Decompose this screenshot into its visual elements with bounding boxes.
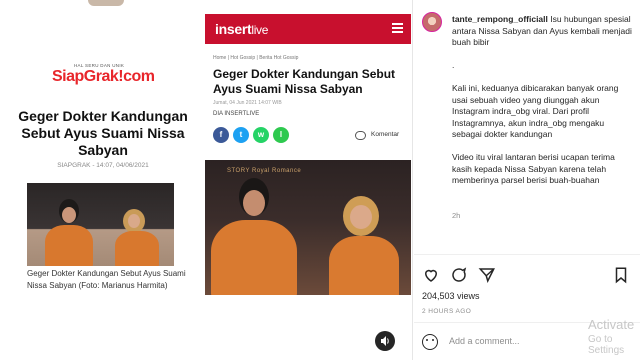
action-bar (414, 266, 640, 286)
instagram-post-panel: tante_rempong_officiall Isu hubungan spe… (414, 0, 640, 360)
share-icon[interactable] (478, 266, 496, 284)
insertlive-article-card: insertlive Home | Hot Gossip | Berita Ho… (205, 14, 411, 360)
view-count[interactable]: 204,503 views (422, 291, 480, 301)
caption-dot: . (452, 60, 455, 70)
screen: HAL SERU DAN UNIK SiapGrak!com Geger Dok… (0, 0, 640, 360)
activate-watermark-sub: Go to Settings (588, 334, 625, 356)
speaker-icon (381, 336, 389, 346)
emoji-icon[interactable] (422, 334, 438, 350)
logo-live: live (251, 23, 269, 37)
caption-paragraph: Kali ini, keduanya dibicarakan banyak or… (452, 83, 619, 139)
breadcrumb: Home | Hot Gossip | Berita Hot Gossip (213, 55, 299, 61)
article-meta: SIAPGRAK - 14:07, 04/06/2021 (57, 162, 149, 169)
caption-paragraph: tante_rempong_officiall Isu hubungan spe… (452, 14, 634, 49)
activate-watermark: Activate (588, 317, 635, 332)
person-face (350, 205, 372, 229)
post-age: 2 HOURS AGO (422, 308, 472, 315)
caption-timestamp: 2h (452, 211, 461, 220)
username-link[interactable]: tante_rempong_officiall (452, 14, 548, 24)
facebook-icon: f (213, 127, 229, 143)
caption-paragraph: Video itu viral lantaran berisi ucapan t… (452, 152, 615, 185)
article-title: Geger Dokter Kandungan Sebut Ayus Suami … (213, 67, 396, 96)
twitter-icon: t (233, 127, 249, 143)
article-author: DIA INSERTLIVE (213, 111, 260, 117)
insertlive-header: insertlive (205, 14, 411, 44)
siapgrak-article-card: HAL SERU DAN UNIK SiapGrak!com Geger Dok… (10, 0, 195, 360)
person-body (115, 231, 159, 266)
siapgrak-logo: SiapGrak!com (52, 68, 155, 85)
article-photo (27, 183, 174, 266)
person-face (243, 190, 265, 216)
post-media[interactable]: HAL SERU DAN UNIK SiapGrak!com Geger Dok… (0, 0, 413, 360)
person-body (329, 236, 399, 295)
avatar[interactable] (422, 12, 442, 32)
cropped-image (88, 0, 124, 6)
photo-caption: Geger Dokter Kandungan Sebut Ayus Suami … (27, 269, 186, 290)
hamburger-menu-icon[interactable] (392, 23, 403, 33)
divider (414, 254, 640, 255)
comment-input[interactable]: Add a comment... (449, 336, 520, 346)
person-body (45, 225, 93, 266)
komentar-label: Komentar (371, 131, 400, 138)
backdrop-text: STORY Royal Romance (227, 168, 302, 174)
insertlive-logo: insertlive (215, 21, 268, 37)
person-body (211, 220, 297, 295)
person-face (128, 214, 140, 228)
post-caption: tante_rempong_officiall Isu hubungan spe… (452, 14, 634, 198)
comment-bubble-icon (355, 131, 366, 140)
person-face (62, 207, 76, 223)
line-icon: l (273, 127, 289, 143)
whatsapp-icon: w (253, 127, 269, 143)
article-photo: STORY Royal Romance (205, 160, 411, 295)
logo-insert: insert (215, 21, 252, 37)
article-date: Jumat, 04 Jun 2021 14:07 WIB (213, 100, 282, 106)
heart-icon[interactable] (422, 266, 440, 284)
article-title: Geger Dokter Kandungan Sebut Ayus Suami … (18, 108, 188, 158)
comment-icon[interactable] (450, 266, 468, 284)
mute-button[interactable] (375, 331, 395, 351)
bookmark-icon[interactable] (612, 266, 630, 284)
